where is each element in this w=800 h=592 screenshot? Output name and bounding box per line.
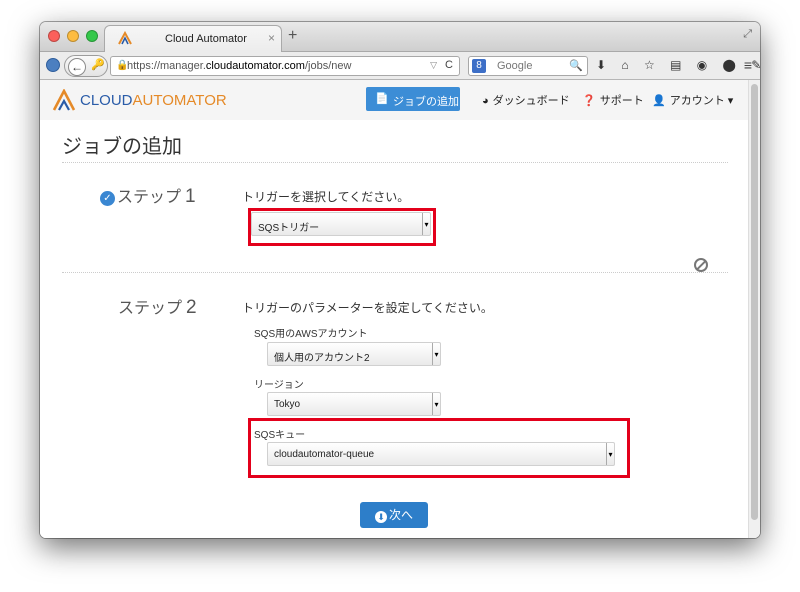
sqs-queue-select[interactable]: cloudautomator-queue ▾ <box>267 442 615 466</box>
main-content: ジョブの追加 ✓ ステップ 1 トリガーを選択してください。 SQSトリガー ▾ ス… <box>40 120 748 538</box>
browser-tab[interactable]: Cloud Automator × <box>104 25 282 52</box>
step1-label: ✓ ステップ 1 <box>100 183 196 208</box>
ban-icon <box>694 258 708 272</box>
browser-window: Cloud Automator × + ⤢ ← 🔑 🔒 https://mana… <box>40 22 760 538</box>
zoom-window-button[interactable] <box>86 30 98 42</box>
site-header: CLOUD AUTOMATOR 📄 ジョブの追加 ◕ ダッシュボード ❓ サポート 👤… <box>40 80 748 120</box>
scrollbar-thumb[interactable] <box>751 84 758 520</box>
nav-support[interactable]: ❓ サポート <box>582 92 644 108</box>
tab-close-icon[interactable]: × <box>268 31 275 45</box>
logo-mark-icon <box>52 89 76 111</box>
url-dropdown-icon[interactable]: ▽ <box>430 60 437 71</box>
chevron-down-icon: ▾ <box>432 393 440 415</box>
tab-title: Cloud Automator <box>165 33 247 45</box>
url-text[interactable]: https://manager.cloudautomator.com/jobs/… <box>127 60 351 72</box>
sqs-queue-value: cloudautomator-queue <box>274 449 375 460</box>
page-title: ジョブの追加 <box>62 136 182 158</box>
site-logo[interactable]: CLOUD AUTOMATOR <box>52 88 227 112</box>
trigger-select[interactable]: SQSトリガー ▾ <box>251 212 431 236</box>
check-circle-icon: ✓ <box>100 191 115 206</box>
nav-dashboard[interactable]: ◕ ダッシュボード <box>482 92 570 108</box>
navigation-toolbar: ← 🔑 🔒 https://manager.cloudautomator.com… <box>40 52 760 80</box>
aws-account-label: SQS用のAWSアカウント <box>254 329 368 340</box>
aws-account-value: 個人用のアカウント2 <box>274 353 370 364</box>
region-select[interactable]: Tokyo ▾ <box>267 392 441 416</box>
region-value: Tokyo <box>274 399 301 410</box>
next-button[interactable]: ⬇ 次へ <box>360 502 428 528</box>
search-engine-label: Google <box>497 60 533 72</box>
trigger-select-value: SQSトリガー <box>258 223 320 234</box>
brand-name-automator: AUTOMATOR <box>132 91 227 109</box>
cloudautomator-favicon-icon <box>118 31 132 45</box>
search-icon[interactable]: 🔍 <box>569 59 583 72</box>
sqs-queue-label: SQSキュー <box>254 430 306 441</box>
new-tab-button[interactable]: + <box>288 27 297 45</box>
circle-arrow-down-icon: ⬇ <box>374 511 387 523</box>
title-bar: Cloud Automator × + ⤢ <box>40 22 760 52</box>
back-button[interactable]: ← 🔑 <box>64 55 108 77</box>
nav-account[interactable]: 👤 アカウント ▾ <box>652 92 733 108</box>
chevron-down-icon: ▾ <box>432 343 440 365</box>
search-bar[interactable]: 8 Google 🔍 <box>468 56 588 76</box>
google-icon[interactable]: 8 <box>472 59 486 73</box>
url-bar[interactable]: 🔒 https://manager.cloudautomator.com/job… <box>110 56 460 76</box>
question-icon: ❓ <box>582 95 596 107</box>
next-button-label: 次へ <box>388 508 413 522</box>
new-document-icon: 📄 <box>375 93 389 105</box>
toolbar-icons[interactable]: ⬇ ⌂ ☆ ▤ ◉ ⬤ ✎ ⇅ <box>596 58 760 72</box>
brand-name-cloud: CLOUD <box>80 91 133 109</box>
step-divider <box>62 272 728 273</box>
add-job-label: ジョブの追加 <box>393 96 459 108</box>
globe-icon <box>46 58 60 72</box>
dashboard-icon: ◕ <box>482 95 489 107</box>
title-divider <box>62 162 728 163</box>
page-scrollbar[interactable] <box>748 80 760 538</box>
close-window-button[interactable] <box>48 30 60 42</box>
minimize-window-button[interactable] <box>67 30 79 42</box>
reload-icon[interactable]: C <box>445 59 453 71</box>
aws-account-select[interactable]: 個人用のアカウント2 ▾ <box>267 342 441 366</box>
step2-label: ステップ 2 <box>118 297 197 318</box>
step1-description: トリガーを選択してください。 <box>242 190 410 204</box>
user-icon: 👤 <box>652 95 666 107</box>
menu-icon[interactable]: ≡ <box>744 57 752 73</box>
fullscreen-icon[interactable]: ⤢ <box>743 28 752 41</box>
chevron-down-icon: ▾ <box>606 443 614 465</box>
region-label: リージョン <box>254 380 304 391</box>
nav-support-label: サポート <box>599 95 644 107</box>
add-job-button[interactable]: 📄 ジョブの追加 <box>366 87 460 111</box>
identity-icon[interactable]: 🔑 <box>91 58 105 71</box>
nav-dashboard-label: ダッシュボード <box>492 95 570 107</box>
nav-account-label: アカウント ▾ <box>669 95 734 107</box>
chevron-down-icon: ▾ <box>422 213 430 235</box>
step2-description: トリガーのパラメーターを設定してください。 <box>242 301 493 315</box>
web-page: CLOUD AUTOMATOR 📄 ジョブの追加 ◕ ダッシュボード ❓ サポート 👤… <box>40 80 760 538</box>
back-arrow-icon[interactable]: ← <box>68 58 86 76</box>
